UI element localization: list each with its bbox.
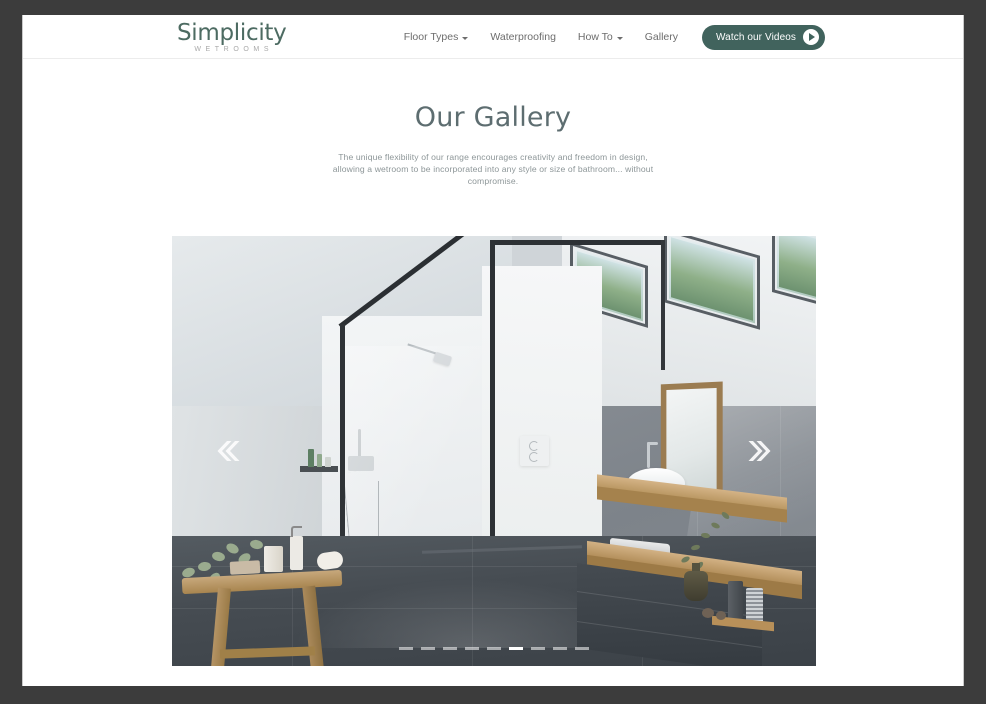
toiletry-bottle [308,449,314,467]
carousel-slide [172,236,816,666]
chevron-down-icon [462,36,469,40]
ceramic-cup [264,546,283,572]
carousel-indicator-8[interactable] [553,647,567,650]
soap-bar [229,560,261,575]
page-canvas: Simplicity WETROOMS Floor Types Waterpro… [22,15,964,686]
carousel-next-button[interactable] [742,432,780,470]
carousel-prev-button[interactable] [208,432,246,470]
carousel-indicator-1[interactable] [399,647,413,650]
nav-item-label: How To [577,31,613,43]
dispenser-pump [291,526,302,537]
storage-jar [728,581,743,619]
toiletry-bottle [317,454,322,467]
nav-item-label: Waterproofing [490,31,556,43]
main-navigation: Floor Types Waterproofing How To Gallery… [393,15,825,59]
carousel-indicators [172,647,816,650]
carousel-indicator-5[interactable] [487,647,501,650]
carousel-indicator-7[interactable] [531,647,545,650]
site-logo[interactable]: Simplicity WETROOMS [177,20,287,55]
carousel-indicator-9[interactable] [575,647,589,650]
nav-item-how-to[interactable]: How To [567,15,634,59]
logo-tagline: WETROOMS [194,46,274,53]
page-title: Our Gallery [414,102,572,133]
play-circle-icon [803,29,819,45]
nav-item-label: Floor Types [403,31,459,43]
soap-dispenser [290,536,303,570]
basin-tap-spout [647,442,658,445]
site-header: Simplicity WETROOMS Floor Types Waterpro… [23,15,963,59]
logo-wordmark: Simplicity [177,20,287,46]
hero-section: Our Gallery The unique flexibility of ou… [23,59,963,187]
screen-frame-vertical [661,240,665,370]
cta-label: Watch our Videos [716,31,796,43]
watch-our-videos-button[interactable]: Watch our Videos [702,24,825,50]
carousel-indicator-6[interactable] [509,647,523,650]
ceramic-vase [684,571,708,601]
carousel-indicator-4[interactable] [465,647,479,650]
screen-frame-top [490,240,665,245]
browser-frame: Simplicity WETROOMS Floor Types Waterpro… [0,0,986,704]
decor-pebble [702,608,714,618]
decor-pebble [716,611,726,620]
nav-item-waterproofing[interactable]: Waterproofing [479,15,567,59]
shower-control-panel [520,436,549,466]
carousel-indicator-2[interactable] [421,647,435,650]
nav-item-floor-types[interactable]: Floor Types [393,15,480,59]
nav-item-gallery[interactable]: Gallery [634,15,689,59]
page-subtitle: The unique flexibility of our range enco… [332,152,654,186]
olive-branch [677,510,732,571]
nav-item-label: Gallery [644,31,679,43]
double-chevron-right-icon [748,441,771,461]
gallery-carousel[interactable] [172,236,816,666]
bathroom-photo [172,236,816,666]
toiletry-bottle [325,457,331,467]
double-chevron-left-icon [217,441,240,461]
chevron-down-icon [616,36,623,40]
basin-tap [647,442,650,468]
carousel-indicator-3[interactable] [443,647,457,650]
